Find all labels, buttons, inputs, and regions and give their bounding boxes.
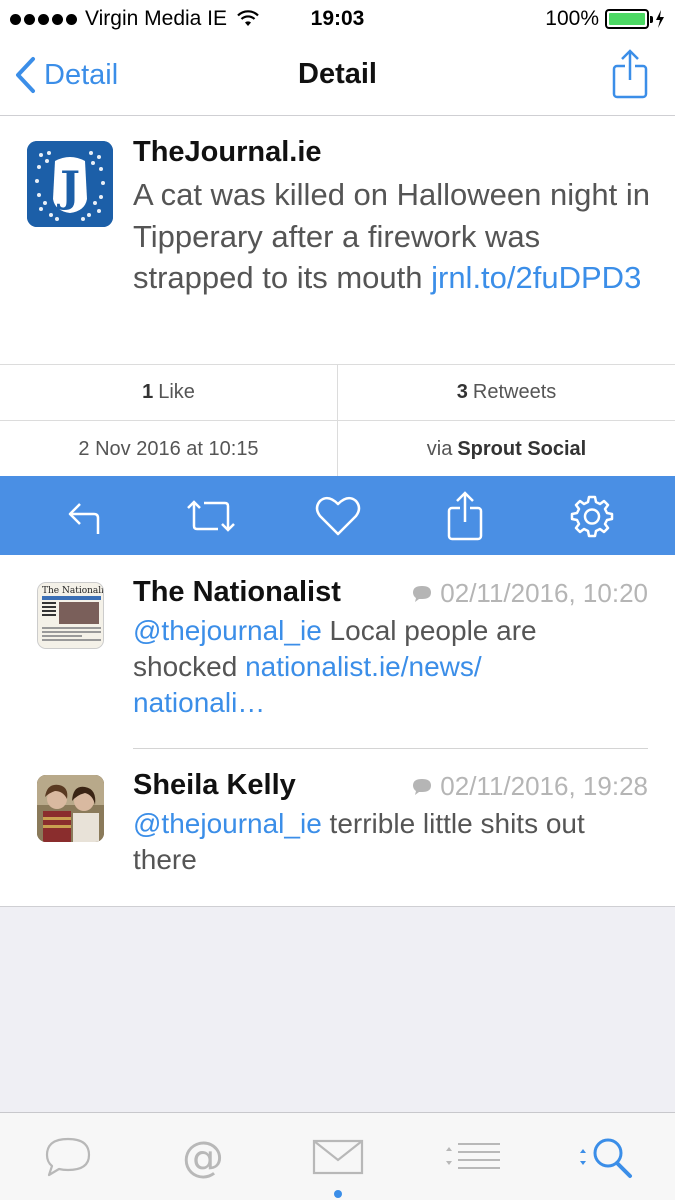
retweets-count: 3 [456,381,468,403]
retweets-stat[interactable]: 3 Retweets [337,365,675,420]
status-right: 100% [545,7,665,31]
heart-icon [315,496,360,535]
tweet-action-bar [0,476,675,555]
charging-icon [656,10,664,28]
svg-text:The Nationalist: The Nationalist [42,586,104,596]
avatar[interactable]: J [27,141,113,227]
avatar[interactable]: The Nationalist [37,582,104,649]
retweet-button[interactable] [181,486,241,546]
share-icon [447,490,482,540]
tab-timeline[interactable] [28,1122,108,1192]
speech-bubble-icon [413,778,432,795]
like-button[interactable] [308,486,368,546]
tab-bar: @ [0,1112,675,1200]
envelope-icon [312,1139,363,1174]
reply-mention[interactable]: @thejournal_ie [133,615,322,646]
battery-percent: 100% [545,7,599,30]
stats-meta-row: 2 Nov 2016 at 10:15 via Sprout Social [0,421,675,477]
list-item[interactable]: The Nationalist The Nationalist 02/11/20… [0,555,675,748]
tab-messages[interactable] [298,1122,378,1198]
battery-icon [605,9,653,29]
reply-icon [68,502,99,534]
reply-button[interactable] [54,486,114,546]
active-tab-indicator [333,1189,342,1198]
reply-text: @thejournal_ie terrible little shits out… [133,806,648,878]
speech-bubble-icon [45,1137,90,1176]
list-icon [445,1142,500,1169]
avatar[interactable] [37,775,104,842]
search-icon [579,1138,632,1178]
reply-meta: 02/11/2016, 19:28 [412,771,648,802]
reply-timestamp: 02/11/2016, 19:28 [440,771,648,801]
via-source: Sprout Social [457,437,587,460]
likes-stat[interactable]: 1 Like [0,365,337,420]
reply-timestamp: 02/11/2016, 10:20 [440,578,648,608]
reply-meta: 02/11/2016, 10:20 [412,578,648,609]
tab-mentions[interactable]: @ [163,1122,243,1192]
settings-button[interactable] [562,486,622,546]
thejournal-logo-icon: J [27,141,113,227]
stats-counts-row: 1 Like 3 Retweets [0,365,675,421]
tweet-stats: 1 Like 3 Retweets 2 Nov 2016 at 10:15 vi… [0,364,675,477]
via-prefix: via [426,437,453,460]
replies-list: The Nationalist The Nationalist 02/11/20… [0,555,675,907]
navigation-bar: Detail Detail [0,38,675,116]
share-button[interactable] [435,486,495,546]
svg-text:@: @ [182,1135,224,1179]
reply-author[interactable]: Sheila Kelly [133,769,296,802]
likes-count: 1 [142,381,154,403]
reply-mention[interactable]: @thejournal_ie [133,808,322,839]
share-icon [612,49,648,99]
speech-bubble-icon [413,585,432,602]
reply-author[interactable]: The Nationalist [133,576,341,609]
tweet-date: 2 Nov 2016 at 10:15 [78,437,259,460]
tweet-text: A cat was killed on Halloween night in T… [133,174,653,299]
likes-label: Like [158,381,195,403]
svg-text:J: J [56,162,80,211]
reply-text: @thejournal_ie Local people are shocked … [133,613,648,721]
tweet-link[interactable]: jrnl.to/2fuDPD3 [431,260,641,295]
gear-icon [570,495,613,537]
retweet-icon [186,499,235,532]
tweet-source: via Sprout Social [337,421,675,477]
page-title: Detail [298,58,377,90]
at-sign-icon: @ [182,1135,224,1179]
retweets-label: Retweets [472,381,557,403]
tweet-author[interactable]: TheJournal.ie [133,136,322,169]
status-bar: Virgin Media IE 19:03 100% [0,0,675,38]
list-item[interactable]: Sheila Kelly 02/11/2016, 19:28 @thejourn… [0,748,675,907]
main-tweet: J TheJournal.ie A cat was killed on Hall… [0,116,675,366]
tab-lists[interactable] [433,1122,513,1192]
person-photo-icon [37,775,104,842]
newspaper-avatar-icon: The Nationalist [38,583,104,648]
tab-search[interactable] [568,1122,648,1192]
nav-share-button[interactable] [611,48,649,105]
